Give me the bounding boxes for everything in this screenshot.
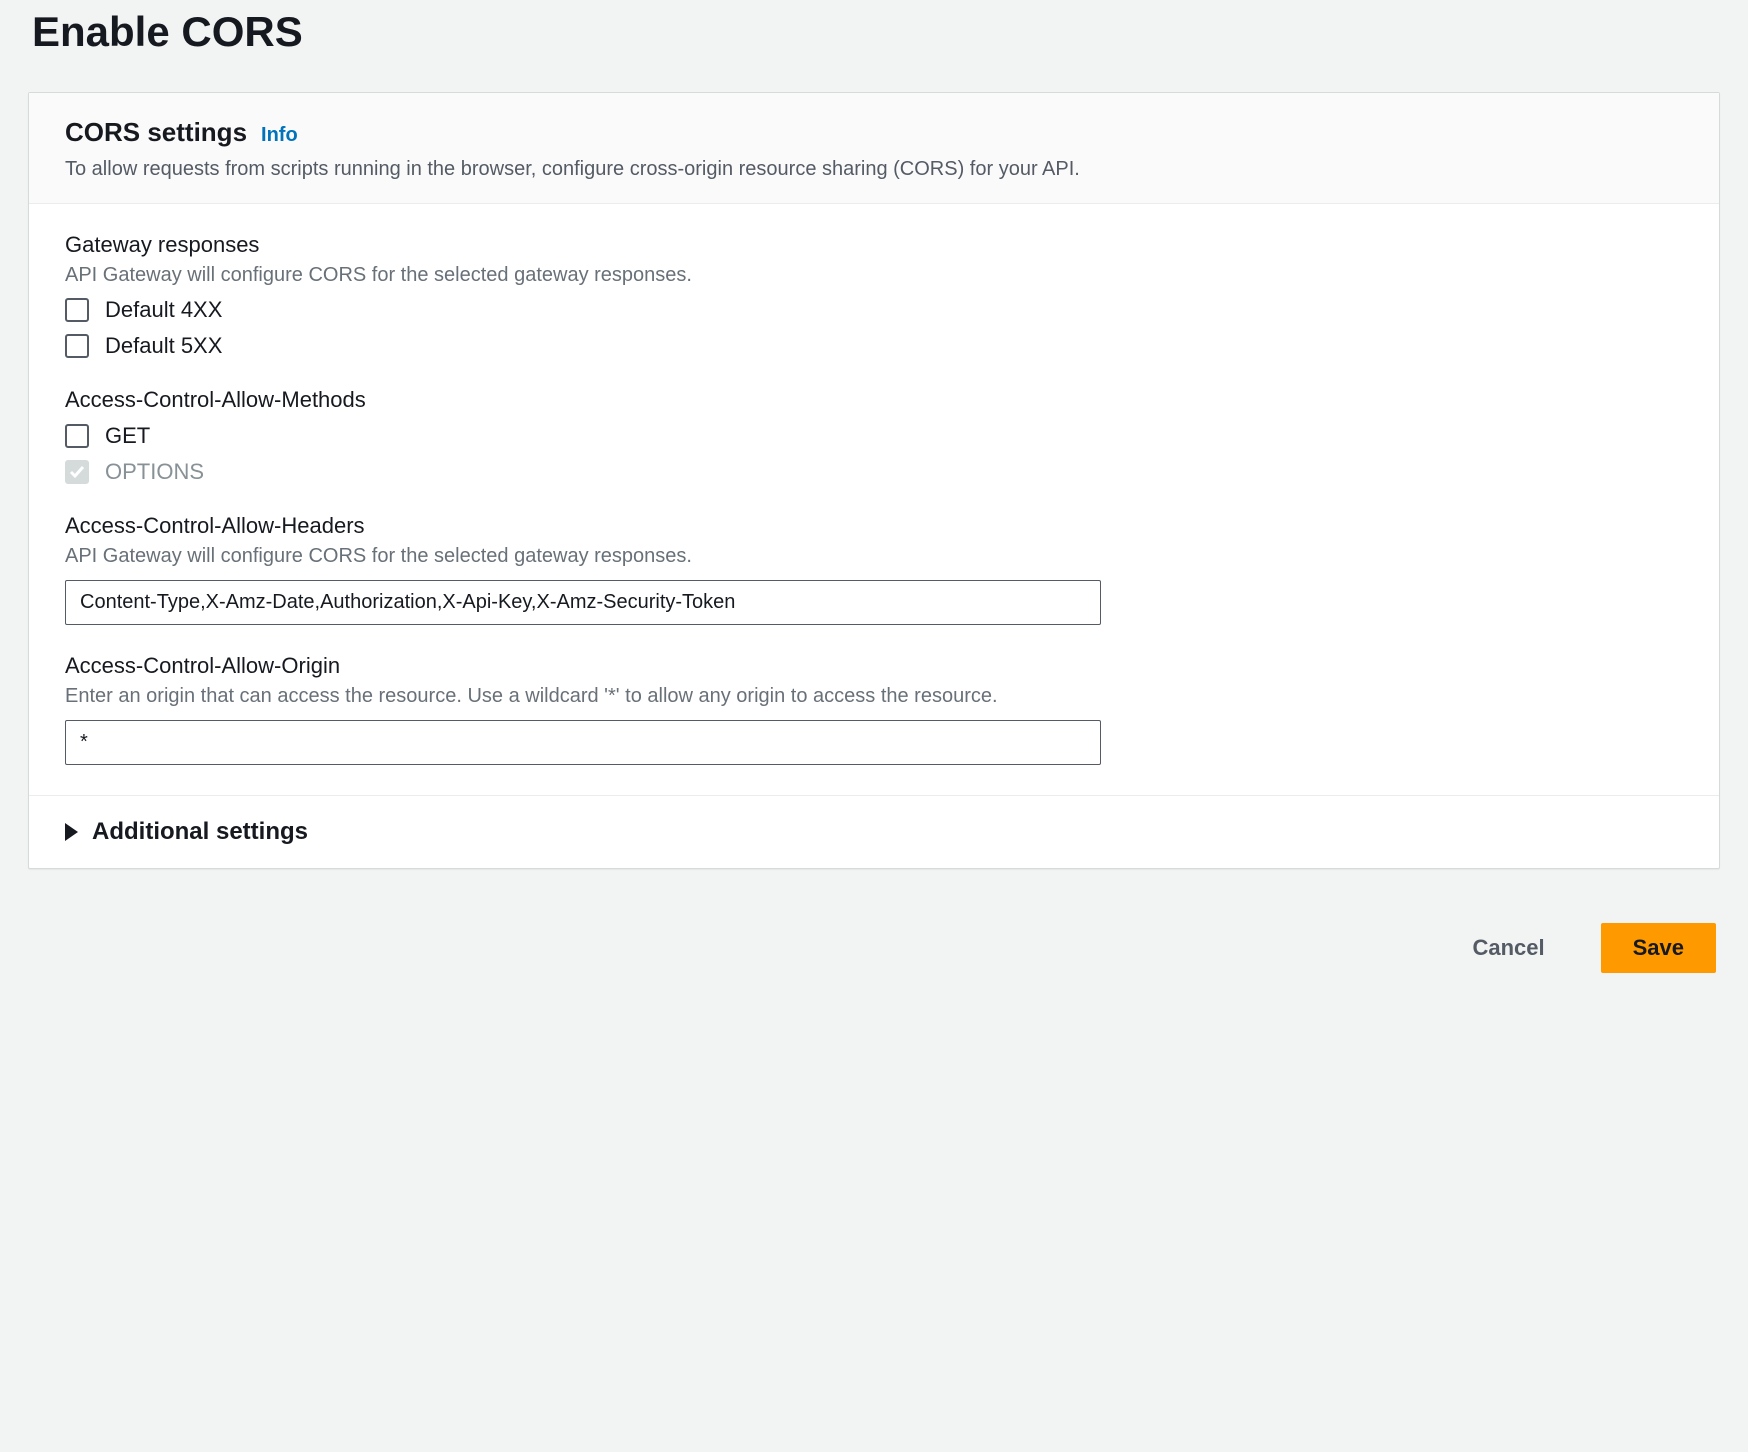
cors-settings-title: CORS settings xyxy=(65,117,247,148)
allow-origin-label: Access-Control-Allow-Origin xyxy=(65,653,1683,679)
footer-actions: Cancel Save xyxy=(28,923,1720,993)
cors-settings-header: CORS settings Info To allow requests fro… xyxy=(29,93,1719,204)
gateway-5xx-checkbox[interactable] xyxy=(65,334,89,358)
save-button[interactable]: Save xyxy=(1601,923,1716,973)
cors-settings-panel: CORS settings Info To allow requests fro… xyxy=(28,92,1720,869)
gateway-responses-hint: API Gateway will configure CORS for the … xyxy=(65,264,1683,287)
allow-origin-input[interactable] xyxy=(65,720,1101,765)
allow-methods-label: Access-Control-Allow-Methods xyxy=(65,387,1683,413)
caret-right-icon xyxy=(65,823,78,841)
gateway-4xx-label: Default 4XX xyxy=(105,297,222,323)
method-options-row: OPTIONS xyxy=(65,459,1683,485)
page-title: Enable CORS xyxy=(28,0,1720,92)
cors-settings-body: Gateway responses API Gateway will confi… xyxy=(29,204,1719,796)
gateway-4xx-row: Default 4XX xyxy=(65,297,1683,323)
gateway-responses-group: Gateway responses API Gateway will confi… xyxy=(65,232,1683,359)
allow-headers-label: Access-Control-Allow-Headers xyxy=(65,513,1683,539)
gateway-responses-label: Gateway responses xyxy=(65,232,1683,258)
method-get-label: GET xyxy=(105,423,150,449)
method-get-checkbox[interactable] xyxy=(65,424,89,448)
allow-headers-hint: API Gateway will configure CORS for the … xyxy=(65,545,1683,568)
cancel-button[interactable]: Cancel xyxy=(1440,923,1576,973)
method-get-row: GET xyxy=(65,423,1683,449)
method-options-checkbox xyxy=(65,460,89,484)
allow-origin-group: Access-Control-Allow-Origin Enter an ori… xyxy=(65,653,1683,765)
cors-settings-description: To allow requests from scripts running i… xyxy=(65,158,1683,181)
allow-headers-input[interactable] xyxy=(65,580,1101,625)
info-link[interactable]: Info xyxy=(261,124,298,147)
allow-headers-group: Access-Control-Allow-Headers API Gateway… xyxy=(65,513,1683,625)
additional-settings-label: Additional settings xyxy=(92,818,308,846)
additional-settings-toggle[interactable]: Additional settings xyxy=(29,796,1719,868)
gateway-5xx-label: Default 5XX xyxy=(105,333,222,359)
gateway-4xx-checkbox[interactable] xyxy=(65,298,89,322)
allow-origin-hint: Enter an origin that can access the reso… xyxy=(65,685,1683,708)
allow-methods-group: Access-Control-Allow-Methods GET OPTIONS xyxy=(65,387,1683,485)
gateway-5xx-row: Default 5XX xyxy=(65,333,1683,359)
method-options-label: OPTIONS xyxy=(105,459,204,485)
